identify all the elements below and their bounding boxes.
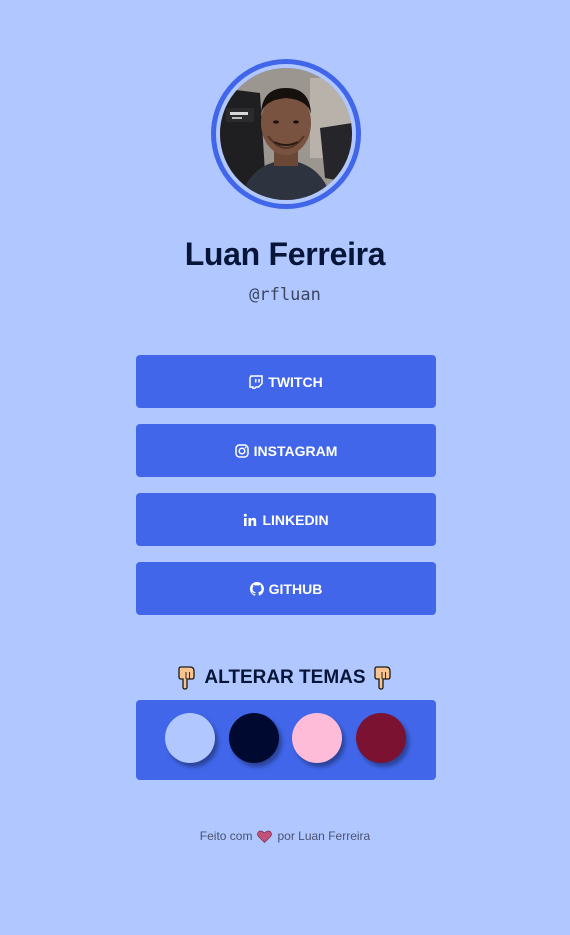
linkedin-label: LINKEDIN bbox=[262, 511, 329, 528]
footer-text-before: Feito com bbox=[199, 829, 253, 843]
themes-heading: ALTERAR TEMAS bbox=[0, 666, 570, 690]
footer: Feito com por Luan Ferreira bbox=[0, 829, 570, 843]
profile-page: Luan Ferreira @rfluan TWITCH INSTAGRAM L… bbox=[0, 0, 570, 935]
themes-title: ALTERAR TEMAS bbox=[204, 667, 366, 688]
twitch-icon bbox=[249, 374, 264, 389]
heart-icon bbox=[257, 830, 273, 843]
themes-panel bbox=[136, 700, 436, 780]
linkedin-button[interactable]: LINKEDIN bbox=[136, 493, 436, 546]
twitch-button[interactable]: TWITCH bbox=[136, 355, 436, 408]
instagram-icon bbox=[234, 443, 249, 458]
avatar bbox=[211, 59, 361, 209]
instagram-button[interactable]: INSTAGRAM bbox=[136, 424, 436, 477]
profile-handle: @rfluan bbox=[249, 285, 321, 305]
instagram-label: INSTAGRAM bbox=[253, 442, 338, 459]
github-icon bbox=[249, 581, 264, 596]
github-button[interactable]: GITHUB bbox=[136, 562, 436, 615]
linkedin-icon bbox=[243, 513, 257, 527]
avatar-photo bbox=[220, 68, 352, 200]
theme-swatch-wine[interactable] bbox=[356, 713, 406, 763]
theme-swatch-pink[interactable] bbox=[292, 713, 342, 763]
github-label: GITHUB bbox=[268, 580, 323, 597]
theme-swatch-light-blue[interactable] bbox=[165, 713, 215, 763]
profile-name: Luan Ferreira bbox=[184, 236, 386, 272]
footer-text-after: por Luan Ferreira bbox=[277, 829, 371, 843]
pointing-down-hand-icon bbox=[373, 666, 393, 690]
twitch-label: TWITCH bbox=[268, 373, 323, 390]
theme-swatch-navy[interactable] bbox=[229, 713, 279, 763]
pointing-down-hand-icon bbox=[177, 666, 197, 690]
